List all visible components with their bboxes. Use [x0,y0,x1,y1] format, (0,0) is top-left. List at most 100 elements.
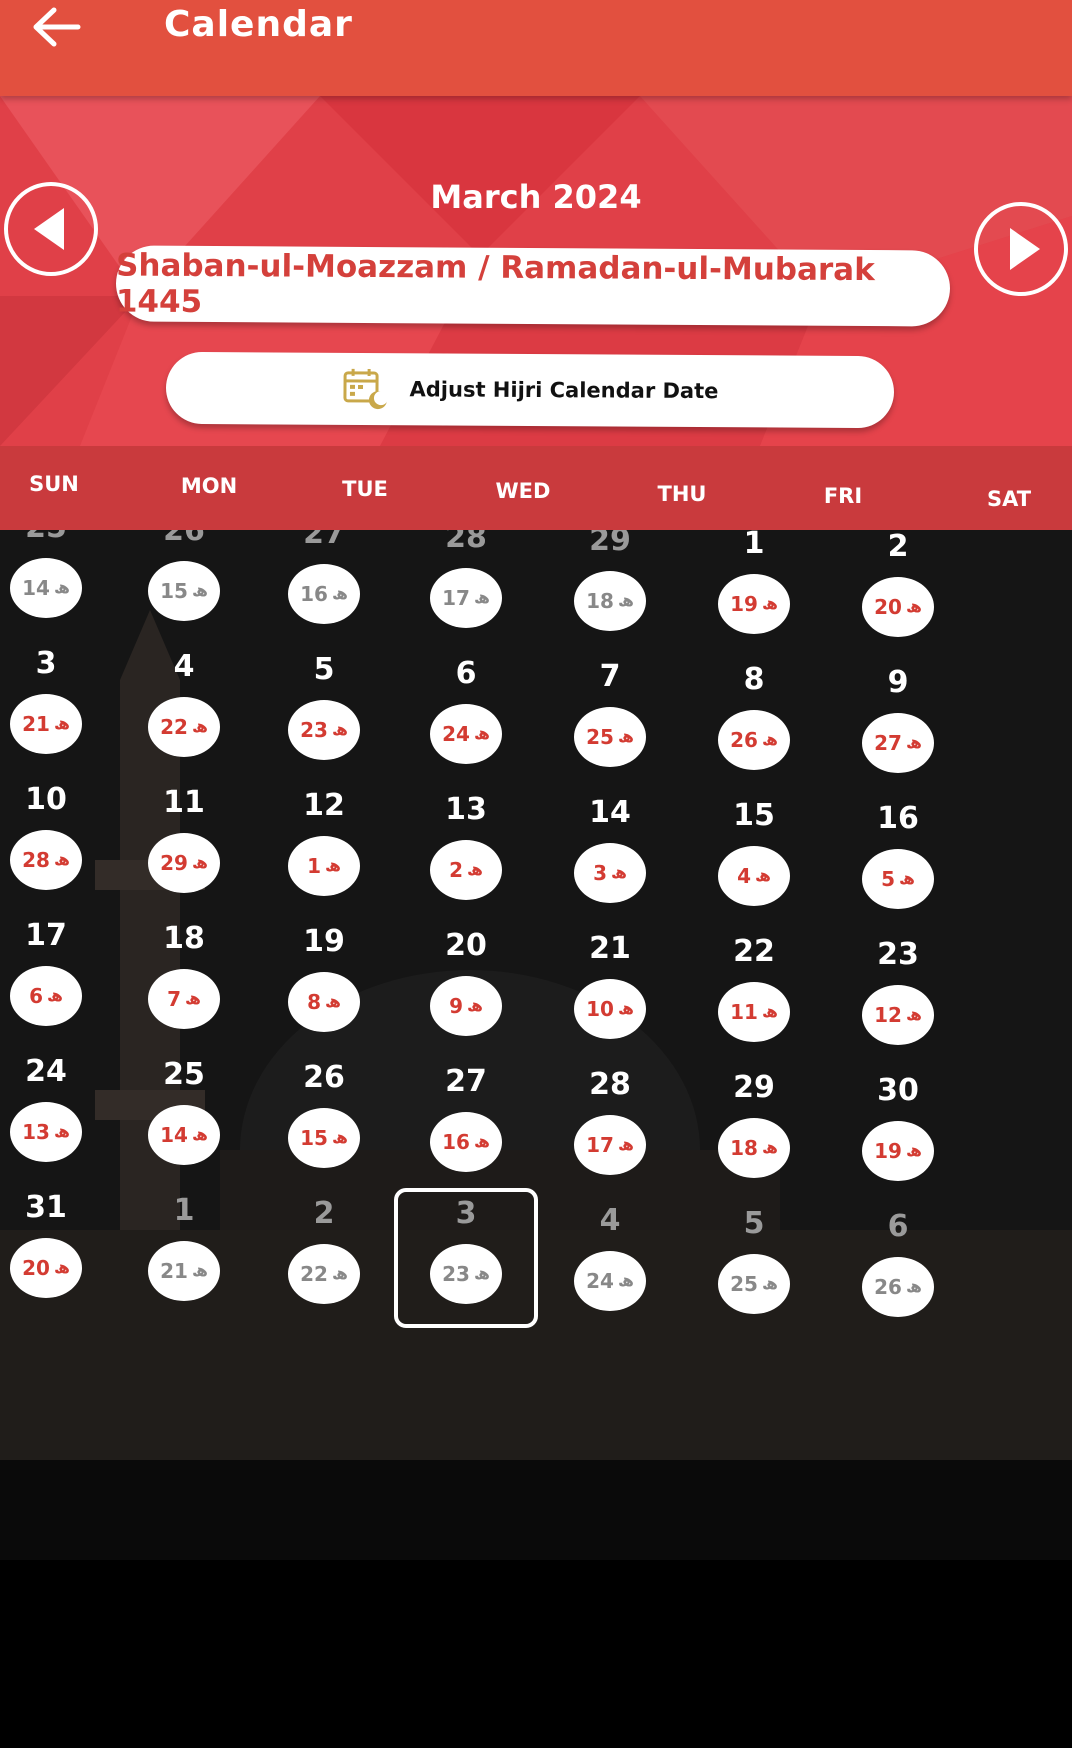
day-cell[interactable]: 121ھ [124,1185,244,1315]
hijri-month-label: Shaban-ul-Moazzam / Ramadan-ul-Mubarak 1… [115,245,951,327]
hijri-symbol: ھ [331,1128,348,1148]
weekday-sun: SUN [29,472,79,496]
gregorian-day: 12 [303,788,345,823]
day-cell[interactable]: 18 7 ھ [124,913,244,1043]
day-cell[interactable]: 20 9 ھ [406,920,526,1050]
arrow-left-icon [33,7,81,47]
gregorian-day: 17 [25,918,67,953]
day-cell[interactable]: 25 14ھ [124,1049,244,1179]
gregorian-day: 25 [0,530,106,545]
day-cell[interactable]: 5 25 ھ [694,1198,814,1328]
day-cell[interactable]: 25 14ھ [0,530,106,632]
day-cell[interactable]: 9 27 ھ [838,657,958,787]
hijri-symbol: ھ [617,727,634,747]
day-cell[interactable]: 26 15 ھ [124,530,244,635]
hijri-symbol: ھ [761,730,778,750]
day-cell[interactable]: 2 20 ھ [838,530,958,651]
hijri-day-badge: 15 ھ [148,561,220,621]
day-cell[interactable]: 4 24 ھ [550,1195,670,1325]
hijri-symbol: ھ [53,714,70,734]
triangle-right-icon [1010,228,1040,270]
hijri-day-badge: 3ھ [574,843,646,903]
day-cell[interactable]: 23 12 ھ [838,929,958,1059]
day-cell[interactable]: 121ھ [264,780,384,910]
day-cell[interactable]: 29 18 ھ [550,530,670,645]
day-cell[interactable]: 14 3 ھ [550,787,670,917]
day-cell[interactable]: 4 22 ھ [124,641,244,771]
adjust-hijri-date-button[interactable]: Adjust Hijri Calendar Date [165,351,895,429]
day-cell[interactable]: 2 22 ھ [264,1188,384,1318]
hijri-day-number: 4 [737,864,751,888]
day-cell[interactable]: 31 20 ھ [0,1182,106,1312]
hijri-day-badge: 2ھ [430,840,502,900]
hijri-day-number: 9 [449,994,463,1018]
hijri-symbol: ھ [473,588,490,608]
calendar-moon-icon [343,368,388,410]
gregorian-day: 4 [599,1203,621,1238]
hijri-day-badge: 16 ھ [430,1112,502,1172]
gregorian-day: 27 [445,1064,487,1099]
hijri-day-number: 25 [730,1272,758,1296]
day-cell-today[interactable]: 3 23 ھ [394,1188,538,1328]
day-cell[interactable]: 19 8 ھ [264,916,384,1046]
hijri-day-number: 23 [300,718,328,742]
day-cell[interactable]: 27 16 ھ [264,530,384,638]
hijri-day-number: 17 [442,586,470,610]
day-cell[interactable]: 7 25 ھ [550,651,670,781]
month-header: March 2024 Shaban-ul-Moazzam / Ramadan-u… [0,96,1072,446]
hijri-day-badge: 5ھ [862,849,934,909]
hijri-symbol: ھ [905,1005,922,1025]
day-cell[interactable]: 24 13 ھ [0,1046,106,1176]
hijri-day-number: 11 [730,1000,758,1024]
day-cell[interactable]: 10 28 ھ [0,774,106,904]
hijri-symbol: ھ [905,733,922,753]
gregorian-day: 2 [887,530,909,564]
gregorian-day: 27 [303,530,345,551]
hijri-symbol: ھ [324,992,341,1012]
gregorian-day: 14 [589,795,631,830]
hijri-symbol: ھ [617,1271,634,1291]
hijri-day-number: 14 [160,1123,188,1147]
hijri-day-badge: 21 ھ [148,1241,220,1301]
day-cell[interactable]: 15 4 ھ [694,790,814,920]
hijri-day-badge: 16 ھ [288,564,360,624]
hijri-day-number: 10 [586,997,614,1021]
hijri-day-badge: 13 ھ [10,1102,82,1162]
hijri-day-number: 8 [307,990,321,1014]
hijri-day-number: 19 [730,592,758,616]
day-cell[interactable]: 28 17 ھ [550,1059,670,1189]
hijri-day-badge: 7ھ [148,969,220,1029]
hijri-day-number: 20 [22,1256,50,1280]
day-cell[interactable]: 29 18 ھ [694,1062,814,1192]
day-cell[interactable]: 30 19 ھ [838,1065,958,1195]
day-cell[interactable]: 3 21 ھ [0,638,106,768]
day-cell[interactable]: 5 23 ھ [264,644,384,774]
day-cell[interactable]: 6 26 ھ [838,1201,958,1331]
gregorian-day: 31 [25,1190,67,1225]
hijri-day-number: 16 [442,1130,470,1154]
hijri-day-number: 15 [160,579,188,603]
hijri-day-badge: 24 ھ [430,704,502,764]
hijri-day-badge: 28 ھ [10,830,82,890]
day-cell[interactable]: 8 26 ھ [694,654,814,784]
day-cell[interactable]: 26 15 ھ [264,1052,384,1182]
day-cell[interactable]: 27 16 ھ [406,1056,526,1186]
day-cell[interactable]: 13 2 ھ [406,784,526,914]
day-cell[interactable]: 17 6 ھ [0,910,106,1040]
weekday-tue: TUE [342,477,388,501]
hijri-day-number: 2 [449,858,463,882]
next-month-button[interactable] [974,202,1068,296]
gregorian-day: 6 [887,1209,909,1244]
hijri-day-number: 15 [300,1126,328,1150]
day-cell[interactable]: 6 24 ھ [406,648,526,778]
day-cell[interactable]: 28 17 ھ [406,530,526,642]
day-cell[interactable]: 21 10 ھ [550,923,670,1053]
page-title: Calendar [164,4,353,45]
hijri-symbol: ھ [617,999,634,1019]
back-button[interactable] [28,2,88,52]
day-cell[interactable]: 1 19 ھ [694,530,814,648]
day-cell[interactable]: 16 5 ھ [838,793,958,923]
month-title: March 2024 [430,178,642,216]
day-cell[interactable]: 11 29 ھ [124,777,244,907]
day-cell[interactable]: 22 11 ھ [694,926,814,1056]
